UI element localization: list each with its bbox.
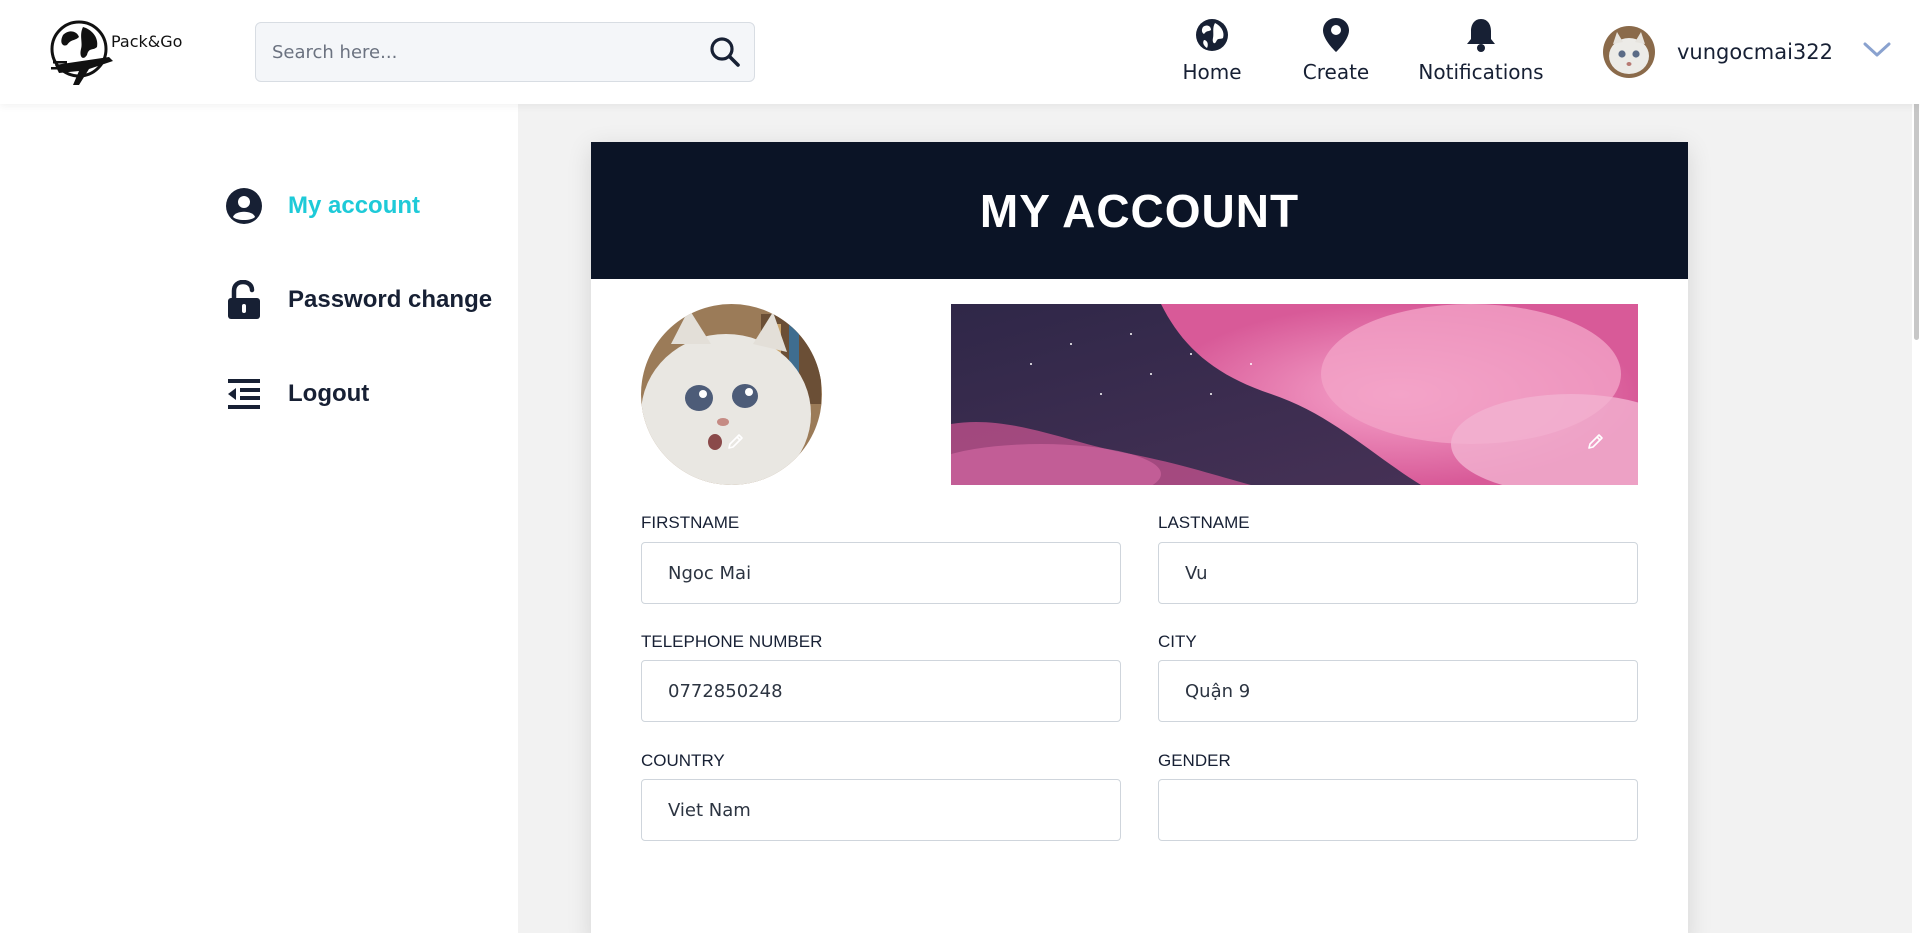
- pink-clouds-image-icon: [951, 304, 1638, 485]
- search-button[interactable]: [706, 33, 744, 71]
- search-input[interactable]: [272, 23, 692, 81]
- sidebar-item-my-account[interactable]: My account: [224, 182, 420, 230]
- gender-label: GENDER: [1158, 751, 1231, 770]
- country-field[interactable]: [641, 779, 1121, 841]
- user-circle-icon: [226, 188, 262, 224]
- username: vungocmai322: [1677, 40, 1834, 64]
- logo-text: Pack&Go: [111, 32, 183, 51]
- sidebar-item-label: My account: [288, 192, 421, 219]
- page-title: MY ACCOUNT: [979, 184, 1300, 237]
- sidebar-item-label: Password change: [288, 286, 493, 313]
- nav-create[interactable]: Create: [1296, 16, 1376, 88]
- cat-photo-icon: [641, 304, 822, 485]
- chevron-down-icon[interactable]: [1863, 42, 1891, 63]
- nav-home[interactable]: Home: [1170, 16, 1254, 88]
- city-label: CITY: [1158, 632, 1197, 651]
- nav-create-label: Create: [1302, 60, 1370, 84]
- pack-and-go-logo[interactable]: [49, 17, 199, 91]
- nav-notifications[interactable]: Notifications: [1414, 16, 1548, 88]
- cat-avatar-icon: [1603, 26, 1655, 78]
- lastname-field[interactable]: [1158, 542, 1638, 604]
- page-scrollbar[interactable]: [1912, 0, 1920, 933]
- bell-icon: [1467, 19, 1495, 52]
- city-field[interactable]: [1158, 660, 1638, 722]
- globe-plane-logo-icon: [50, 20, 113, 85]
- telephone-field[interactable]: [641, 660, 1121, 722]
- search-icon: [710, 37, 740, 67]
- edit-cover-button[interactable]: [1583, 428, 1609, 454]
- unlock-icon: [228, 280, 260, 319]
- sidebar-item-label: Logout: [288, 380, 370, 407]
- profile-avatar[interactable]: [641, 304, 822, 485]
- pencil-icon: [728, 434, 743, 449]
- account-sidebar: My account Password change Logout: [0, 104, 518, 933]
- gender-field[interactable]: [1158, 779, 1638, 841]
- lastname-label: LASTNAME: [1158, 513, 1250, 532]
- telephone-label: TELEPHONE NUMBER: [641, 632, 823, 651]
- user-menu[interactable]: vungocmai322: [1603, 26, 1891, 78]
- nav-home-label: Home: [1182, 60, 1242, 84]
- map-pin-icon: [1323, 18, 1349, 52]
- sidebar-item-logout[interactable]: Logout: [224, 370, 369, 418]
- edit-avatar-button[interactable]: [723, 428, 749, 454]
- country-label: COUNTRY: [641, 751, 725, 770]
- top-header: Pack&Go Home Create: [0, 0, 1920, 104]
- account-card: MY ACCOUNT FIRSTNAME Ngoc Mai LASTNAME V…: [591, 142, 1688, 933]
- avatar[interactable]: [1603, 26, 1655, 78]
- logout-indent-icon: [228, 379, 260, 409]
- search-bar: [255, 22, 755, 82]
- firstname-label: FIRSTNAME: [641, 513, 740, 532]
- card-header: MY ACCOUNT: [591, 142, 1688, 279]
- pencil-icon: [1588, 434, 1603, 449]
- sidebar-item-password-change[interactable]: Password change: [224, 276, 492, 324]
- cover-photo[interactable]: [951, 304, 1638, 485]
- nav-notifications-label: Notifications: [1418, 60, 1544, 84]
- globe-icon: [1196, 19, 1228, 51]
- firstname-field[interactable]: [641, 542, 1121, 604]
